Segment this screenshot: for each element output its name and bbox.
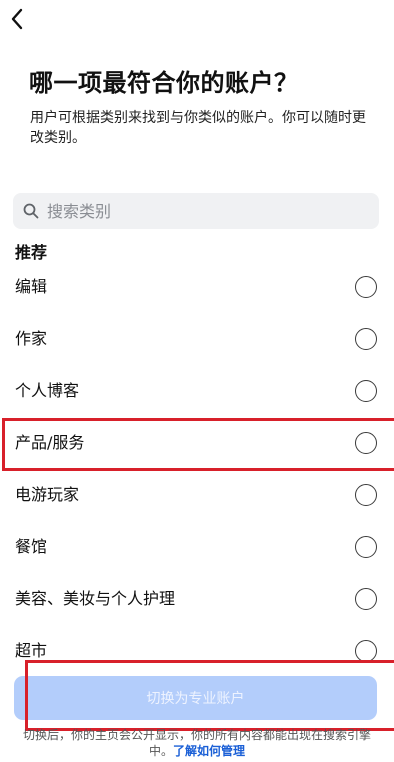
category-label: 产品/服务 [15, 433, 85, 452]
chevron-left-icon [11, 8, 23, 30]
page-subtitle: 用户可根据类别来找到与你类似的账户。你可以随时更改类别。 [30, 110, 366, 146]
radio-button[interactable] [355, 380, 377, 402]
radio-button[interactable] [355, 588, 377, 610]
page-title: 哪一项最符合你的账户？ [29, 69, 299, 97]
category-label: 电游玩家 [15, 485, 80, 504]
radio-button[interactable] [355, 536, 377, 558]
search-icon [23, 203, 39, 219]
category-label: 超市 [15, 641, 48, 660]
category-label: 个人博客 [15, 381, 80, 400]
radio-button[interactable] [355, 640, 377, 662]
search-bar[interactable] [13, 193, 379, 229]
footer-note: 切换后，你的主页会公开显示，你的所有内容都能出现在搜索引擎中。了解如何管理 [12, 727, 382, 759]
category-item-supermarket[interactable]: 超市 [0, 625, 394, 677]
category-item-product-service[interactable]: 产品/服务 [0, 417, 394, 469]
radio-button[interactable] [355, 432, 377, 454]
search-input[interactable] [47, 196, 347, 226]
category-label: 餐馆 [15, 537, 48, 556]
category-label: 美容、美妆与个人护理 [15, 589, 176, 608]
category-label: 作家 [15, 329, 48, 348]
switch-to-professional-button[interactable]: 切换为专业账户 [14, 676, 377, 720]
category-item-gamer[interactable]: 电游玩家 [0, 469, 394, 521]
category-item-beauty[interactable]: 美容、美妆与个人护理 [0, 573, 394, 625]
category-item-writer[interactable]: 作家 [0, 313, 394, 365]
category-item-personal-blog[interactable]: 个人博客 [0, 365, 394, 417]
back-button[interactable] [4, 4, 30, 34]
radio-button[interactable] [355, 484, 377, 506]
radio-button[interactable] [355, 276, 377, 298]
category-item-editor[interactable]: 编辑 [0, 261, 394, 313]
category-list: 编辑 作家 个人博客 产品/服务 电游玩家 餐馆 美容、美妆与个人护理 超市 [0, 261, 394, 677]
category-item-restaurant[interactable]: 餐馆 [0, 521, 394, 573]
radio-button[interactable] [355, 328, 377, 350]
category-label: 编辑 [15, 277, 48, 296]
learn-more-link[interactable]: 了解如何管理 [173, 744, 245, 758]
